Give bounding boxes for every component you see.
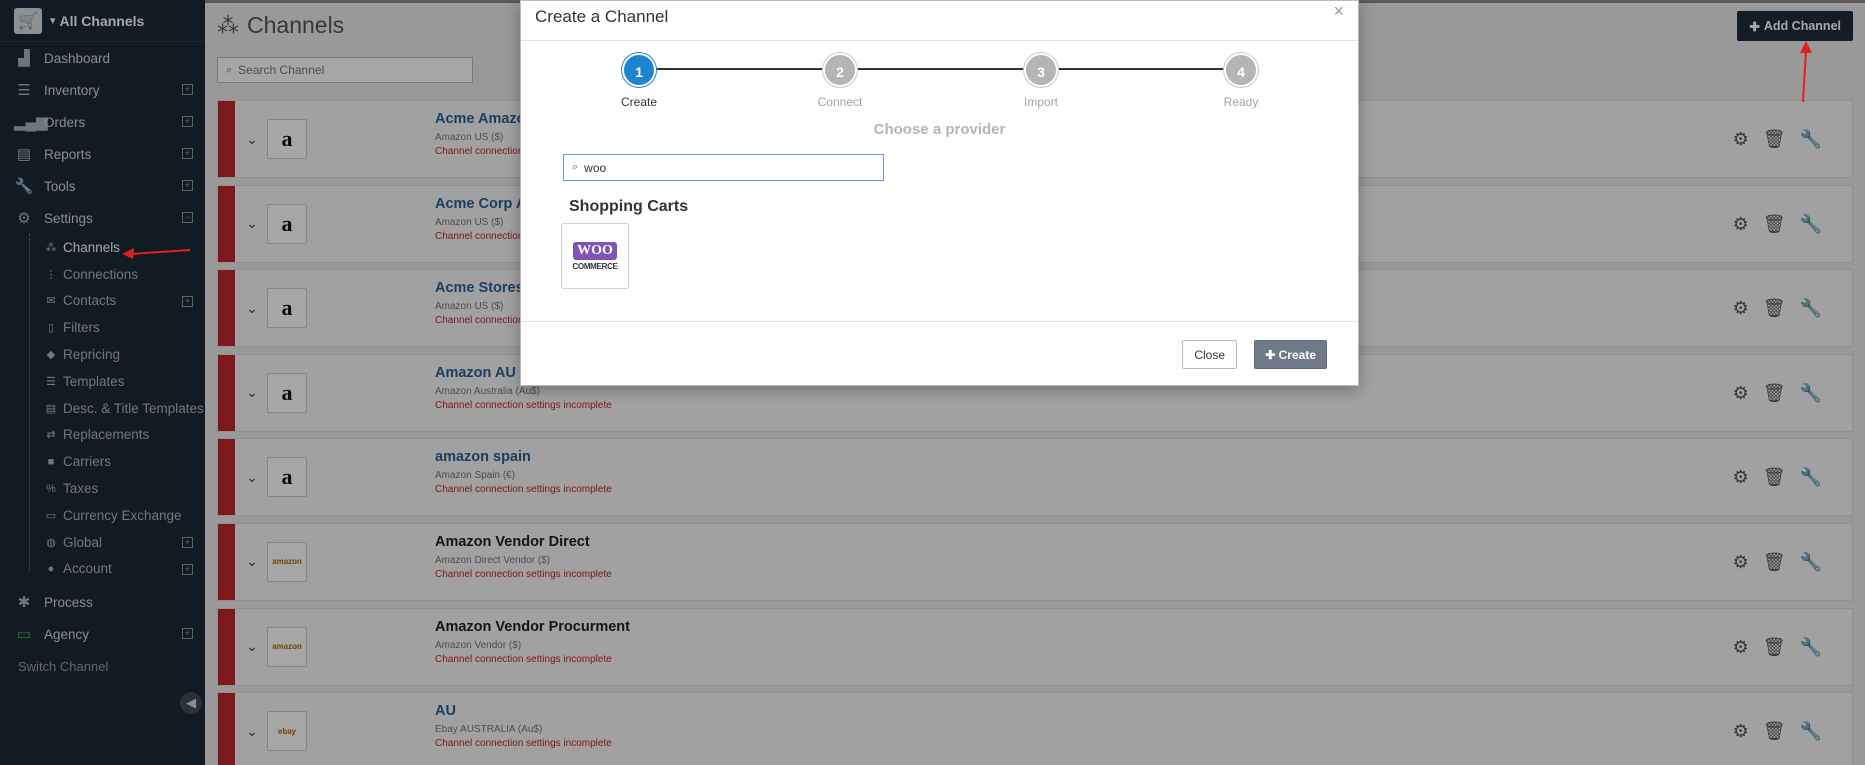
provider-search-input[interactable] (584, 160, 865, 175)
close-icon[interactable]: × (1333, 1, 1344, 22)
wizard-step-ready: 4 Ready (1181, 53, 1301, 109)
woocommerce-logo: WOO COMMERCE (572, 241, 618, 271)
step-number: 4 (1224, 53, 1258, 87)
wizard-step-create: 1 Create (579, 53, 699, 109)
provider-woocommerce[interactable]: WOO COMMERCE (561, 223, 629, 289)
close-button[interactable]: Close (1182, 340, 1237, 369)
provider-search: ⌕ (563, 154, 884, 181)
wizard-step-connect: 2 Connect (780, 53, 900, 109)
step-number: 1 (622, 53, 656, 87)
wizard-steps: 1 Create 2 Connect 3 Import 4 Ready (521, 41, 1358, 119)
step-number: 3 (1024, 53, 1058, 87)
step-label: Import (1023, 95, 1058, 109)
step-label: Ready (1223, 95, 1259, 109)
category-title: Shopping Carts (569, 198, 689, 215)
step-label: Create (620, 95, 658, 109)
plus-icon: ✚ (1265, 347, 1279, 362)
wizard-step-import: 3 Import (981, 53, 1101, 109)
wizard-line (639, 68, 1241, 70)
create-channel-modal: Create a Channel × 1 Create 2 Connect 3 … (520, 0, 1359, 386)
woo-badge: WOO (573, 241, 617, 260)
create-label: Create (1278, 347, 1316, 362)
create-button[interactable]: ✚ Create (1254, 340, 1327, 369)
modal-header: Create a Channel × (521, 1, 1358, 41)
modal-footer: Close ✚ Create (521, 321, 1358, 387)
search-icon: ⌕ (572, 161, 579, 173)
step-number: 2 (823, 53, 857, 87)
woo-text: COMMERCE (572, 261, 618, 271)
modal-title: Create a Channel (535, 7, 669, 26)
step-label: Connect (817, 95, 863, 109)
provider-title: Choose a provider (873, 121, 1006, 138)
